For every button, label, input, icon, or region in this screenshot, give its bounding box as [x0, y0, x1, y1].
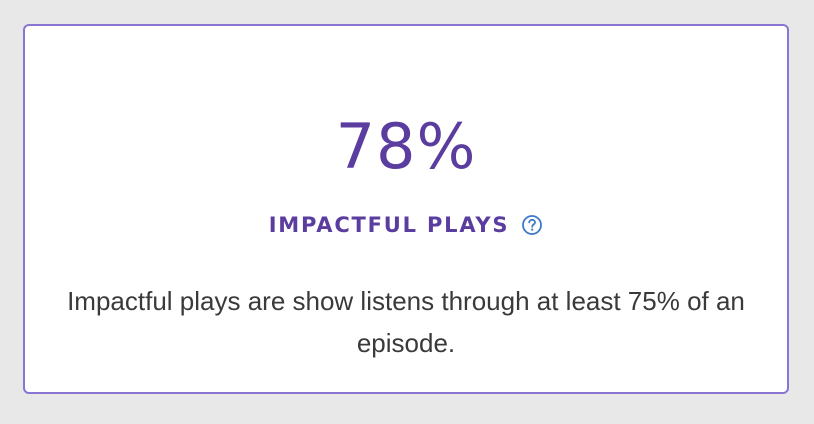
impactful-plays-card: 78% IMPACTFUL PLAYS Impactful plays are … [23, 24, 789, 394]
metric-value: 78% [335, 110, 477, 183]
question-circle-icon[interactable] [521, 214, 543, 236]
metric-label-row: IMPACTFUL PLAYS [25, 210, 787, 240]
metric-label: IMPACTFUL PLAYS [268, 213, 510, 237]
metric-description: Impactful plays are show listens through… [67, 286, 745, 358]
